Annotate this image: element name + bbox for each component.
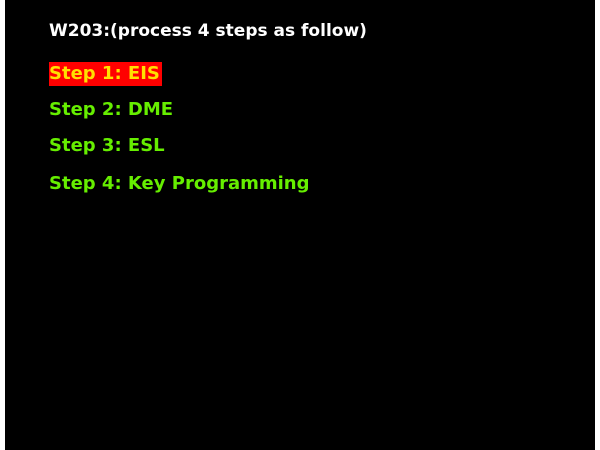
- steps-menu: Step 1: EIS Step 2: DME Step 3: ESL Step…: [5, 0, 595, 450]
- menu-item-step-2-dme[interactable]: Step 2: DME: [49, 98, 173, 122]
- app-frame: W203:(process 4 steps as follow) Step 1:…: [0, 0, 600, 450]
- diagnostic-screen: W203:(process 4 steps as follow) Step 1:…: [5, 0, 595, 450]
- menu-item-step-1-eis[interactable]: Step 1: EIS: [49, 62, 162, 86]
- menu-item-step-4-key-programming[interactable]: Step 4: Key Programming: [49, 172, 309, 196]
- menu-item-step-3-esl[interactable]: Step 3: ESL: [49, 134, 165, 158]
